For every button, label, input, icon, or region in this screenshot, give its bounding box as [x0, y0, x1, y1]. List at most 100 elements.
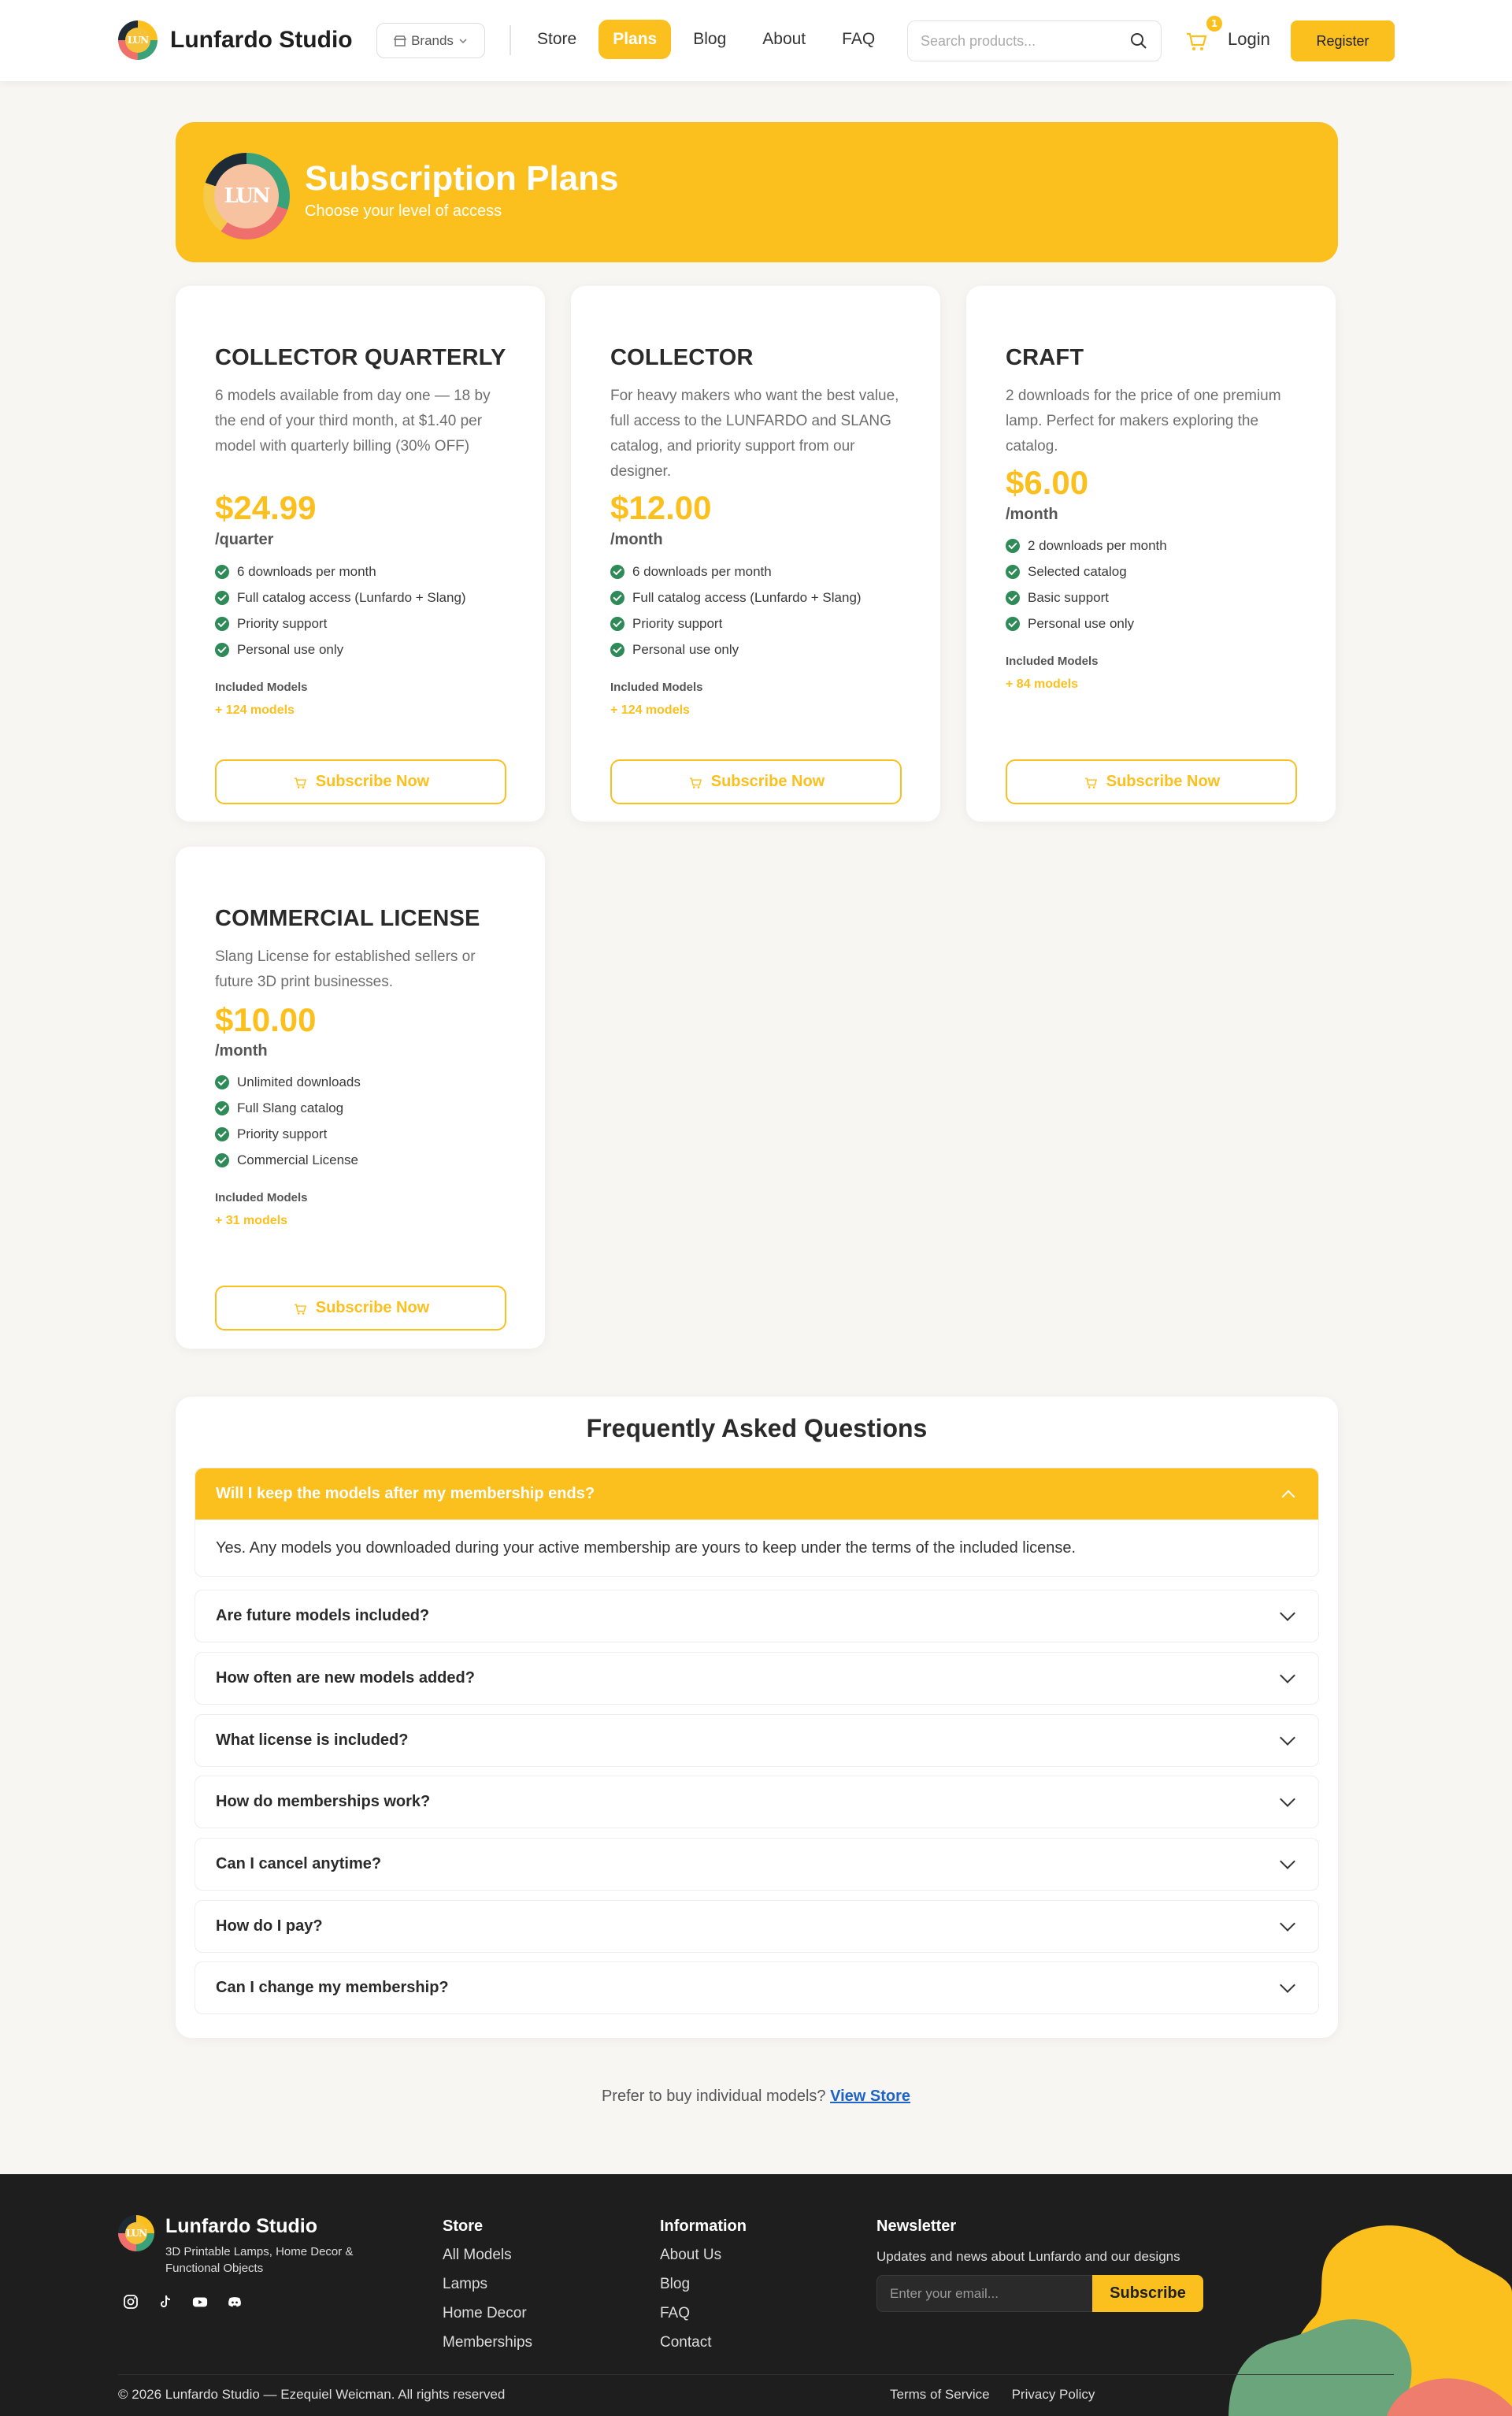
search-box	[907, 20, 1162, 61]
feature-item: Selected catalog	[1006, 559, 1167, 585]
copyright-text: © 2026 Lunfardo Studio — Ezequiel Weicma…	[118, 2387, 506, 2402]
plan-price: $24.99	[215, 489, 317, 526]
terms-of-service-link[interactable]: Terms of Service	[890, 2387, 990, 2403]
footer-link-lamps[interactable]: Lamps	[443, 2276, 532, 2305]
faq-question[interactable]: What license is included?	[195, 1715, 1318, 1766]
faq-question[interactable]: Can I change my membership?	[195, 1962, 1318, 2013]
feature-item: Unlimited downloads	[215, 1069, 361, 1095]
brand-logo: LUN	[118, 20, 158, 60]
feature-item: Commercial License	[215, 1147, 361, 1173]
faq-item: How often are new models added?	[195, 1652, 1319, 1705]
instagram-icon[interactable]	[123, 2294, 139, 2310]
check-icon	[610, 616, 624, 631]
footer-link-faq[interactable]: FAQ	[660, 2305, 747, 2334]
included-models-label: Included Models	[1006, 655, 1099, 668]
footer-store-title: Store	[443, 2217, 484, 2235]
footer-link-about-us[interactable]: About Us	[660, 2247, 747, 2276]
footer-divider	[118, 2374, 1394, 2375]
plan-period: /month	[610, 531, 663, 548]
faq-item: Will I keep the models after my membersh…	[195, 1468, 1319, 1577]
included-models-label: Included Models	[215, 1191, 308, 1204]
faq-item: What license is included?	[195, 1714, 1319, 1767]
feature-item: Full catalog access (Lunfardo + Slang)	[215, 585, 466, 610]
site-header: LUN Lunfardo Studio Brands Store Plans B…	[0, 0, 1512, 81]
site-footer: LUN Lunfardo Studio 3D Printable Lamps, …	[0, 2174, 1512, 2416]
view-store-link[interactable]: View Store	[830, 2088, 910, 2105]
legal-links: Terms of Service Privacy Policy	[890, 2387, 1095, 2403]
plan-title: CRAFT	[1006, 345, 1084, 370]
nav-divider	[510, 25, 511, 55]
plan-card-craft: CRAFT 2 downloads for the price of one p…	[966, 286, 1336, 822]
discord-icon[interactable]	[227, 2294, 243, 2310]
brand-link[interactable]: LUN Lunfardo Studio	[118, 20, 353, 60]
subscribe-button[interactable]: Subscribe Now	[610, 759, 902, 804]
tiktok-icon[interactable]	[158, 2294, 173, 2310]
check-icon	[215, 1126, 229, 1141]
chevron-down-icon	[459, 38, 467, 43]
feature-item: Full catalog access (Lunfardo + Slang)	[610, 585, 862, 610]
check-icon	[215, 616, 229, 631]
included-models-count: + 31 models	[215, 1214, 288, 1227]
search-icon[interactable]	[1129, 32, 1148, 50]
privacy-policy-link[interactable]: Privacy Policy	[1012, 2387, 1095, 2403]
feature-item: 6 downloads per month	[215, 559, 466, 585]
nav-faq[interactable]: FAQ	[828, 20, 889, 59]
plan-period: /month	[1006, 506, 1058, 523]
faq-question[interactable]: How often are new models added?	[195, 1653, 1318, 1704]
search-input[interactable]	[921, 32, 1129, 50]
faq-question[interactable]: Are future models included?	[195, 1590, 1318, 1642]
plans-banner: LUN Subscription Plans Choose your level…	[176, 122, 1338, 262]
footer-link-memberships[interactable]: Memberships	[443, 2334, 532, 2363]
included-models-count: + 124 models	[610, 703, 690, 717]
plan-features: 6 downloads per month Full catalog acces…	[215, 559, 466, 662]
subscribe-button[interactable]: Subscribe Now	[215, 1286, 506, 1330]
faq-question[interactable]: Can I cancel anytime?	[195, 1839, 1318, 1890]
included-models-count: + 84 models	[1006, 677, 1079, 691]
faq-item: How do I pay?	[195, 1900, 1319, 1953]
faq-question[interactable]: How do memberships work?	[195, 1776, 1318, 1828]
footer-link-home-decor[interactable]: Home Decor	[443, 2305, 532, 2334]
feature-item: Personal use only	[215, 636, 466, 662]
plan-price: $10.00	[215, 1001, 317, 1038]
plan-title: COMMERCIAL LICENSE	[215, 906, 480, 931]
faq-question[interactable]: How do I pay?	[195, 1901, 1318, 1952]
banner-logo: LUN	[203, 153, 290, 239]
cart-icon[interactable]	[1184, 27, 1208, 54]
plan-period: /month	[215, 1042, 268, 1060]
faq-title: Frequently Asked Questions	[586, 1414, 928, 1442]
feature-item: Priority support	[610, 610, 862, 636]
included-models-count: + 124 models	[215, 703, 295, 717]
faq-question[interactable]: Will I keep the models after my membersh…	[195, 1468, 1318, 1520]
footer-information-title: Information	[660, 2217, 747, 2235]
youtube-icon[interactable]	[192, 2294, 208, 2310]
check-icon	[1006, 538, 1020, 553]
brands-dropdown[interactable]: Brands	[376, 23, 485, 58]
feature-item: Basic support	[1006, 585, 1167, 610]
check-icon	[1006, 564, 1020, 579]
faq-item: Can I change my membership?	[195, 1961, 1319, 2014]
faq-answer: Yes. Any models you downloaded during yo…	[216, 1538, 1077, 1557]
nav-about[interactable]: About	[748, 20, 820, 59]
register-button[interactable]: Register	[1291, 20, 1395, 61]
newsletter-email-input[interactable]	[876, 2275, 1092, 2312]
newsletter-subscribe-button[interactable]: Subscribe	[1092, 2275, 1203, 2312]
footer-link-contact[interactable]: Contact	[660, 2334, 747, 2363]
nav-plans[interactable]: Plans	[598, 20, 672, 59]
check-icon	[215, 564, 229, 579]
footer-link-blog[interactable]: Blog	[660, 2276, 747, 2305]
check-icon	[1006, 616, 1020, 631]
nav-store[interactable]: Store	[523, 20, 591, 59]
footer-link-all-models[interactable]: All Models	[443, 2247, 532, 2276]
plan-period: /quarter	[215, 531, 274, 548]
check-icon	[610, 642, 624, 657]
chevron-down-icon	[1280, 1605, 1295, 1621]
feature-item: 6 downloads per month	[610, 559, 862, 585]
login-link[interactable]: Login	[1228, 29, 1270, 50]
subscribe-button[interactable]: Subscribe Now	[1006, 759, 1297, 804]
brands-label: Brands	[411, 32, 454, 48]
newsletter-title: Newsletter	[876, 2217, 957, 2235]
chevron-down-icon	[1280, 1853, 1295, 1869]
subscribe-button[interactable]: Subscribe Now	[215, 759, 506, 804]
nav-blog[interactable]: Blog	[679, 20, 740, 59]
cart-count-badge: 1	[1206, 16, 1222, 32]
